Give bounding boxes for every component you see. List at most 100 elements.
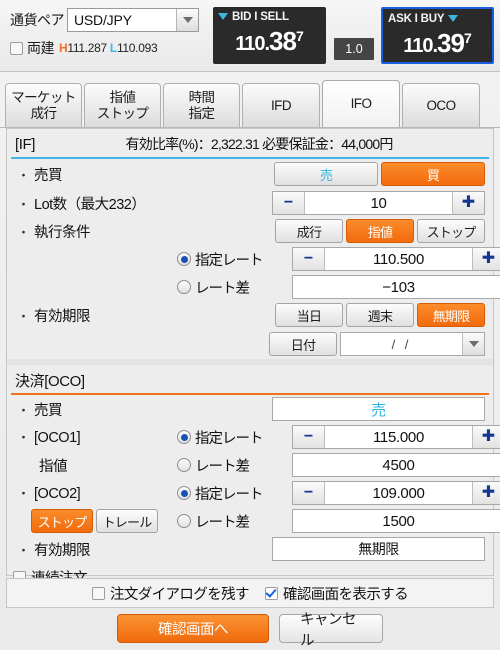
if-exec-stop-button[interactable]: ストップ [417, 219, 485, 243]
oco2-rate-decrement-button[interactable]: − [293, 482, 325, 504]
tab-label-line2: 指定 [188, 105, 215, 121]
oco2-rate-radio-cell[interactable]: 指定レート [177, 483, 292, 504]
if-rate-value[interactable]: 110.500 [325, 248, 472, 270]
oco2-rate-increment-button[interactable]: ✚ [472, 482, 500, 504]
if-lot-field: − 10 ✚ [177, 191, 485, 215]
bid-sell-panel[interactable]: BID I SELL 110. 38 7 [213, 7, 326, 64]
tab-ifd[interactable]: IFD [242, 83, 320, 127]
if-sell-button[interactable]: 売 [274, 162, 378, 186]
oco2-mode-toggle-group: ストップ トレール [31, 509, 177, 533]
tab-ifo[interactable]: IFO [322, 80, 400, 127]
if-rate-radio-label: 指定レート [195, 252, 263, 269]
if-lot-increment-button[interactable]: ✚ [452, 192, 484, 214]
oco2-rate-row: ・ [OCO2] 指定レート − 109.000 ✚ [7, 479, 500, 507]
if-rate-radio-cell[interactable]: 指定レート [177, 249, 292, 270]
if-expiry-weekend-button[interactable]: 週末 [346, 303, 414, 327]
tab-oco[interactable]: OCO [402, 83, 480, 127]
if-lot-value[interactable]: 10 [305, 192, 452, 214]
action-buttons: 確認画面へ キャンセル [0, 612, 500, 649]
oco2-rate-value[interactable]: 109.000 [325, 482, 472, 504]
tab-market-order[interactable]: マーケット 成行 [5, 83, 82, 127]
if-rate-decrement-button[interactable]: − [293, 248, 325, 270]
confirm-screen-option[interactable]: 確認画面を表示する [264, 583, 409, 604]
tab-label-line1: IFD [271, 97, 292, 113]
oco1-sub-label: 指値 [39, 458, 68, 475]
oco1-diff-radio[interactable] [177, 458, 191, 472]
bullet-icon: ・ [17, 167, 31, 183]
keep-dialog-option[interactable]: 注文ダイアログを残す [91, 583, 250, 604]
oco1-rate-value[interactable]: 115.000 [325, 426, 472, 448]
chevron-down-icon[interactable] [176, 9, 198, 31]
ask-title: ASK I BUY [388, 12, 445, 25]
hedge-checkbox[interactable] [10, 41, 23, 55]
if-diff-radio-cell[interactable]: レート差 [177, 277, 292, 298]
tab-label-line1: OCO [426, 97, 457, 113]
if-exec-market-button[interactable]: 成行 [275, 219, 343, 243]
bullet-icon: ・ [17, 542, 31, 558]
low-value: 110.093 [116, 41, 158, 55]
if-expiry-unlimited-button[interactable]: 無期限 [417, 303, 485, 327]
if-side-row: ・売買 売 買 [7, 159, 493, 189]
if-expiry-date-value: / / [391, 336, 412, 352]
if-exec-toggle-group: 成行 指値 ストップ [275, 219, 485, 243]
if-diff-field: −103 [292, 275, 500, 299]
if-rate-field: − 110.500 ✚ [292, 247, 500, 271]
ask-price-decimal: 39 [437, 28, 465, 58]
tab-label-line1: マーケット [11, 90, 76, 106]
if-expiry-date-field[interactable]: / / [340, 332, 485, 356]
if-expiry-date-cell: 日付 / / [177, 332, 485, 356]
oco2-diff-radio[interactable] [177, 514, 191, 528]
if-expiry-today-button[interactable]: 当日 [275, 303, 343, 327]
oco1-rate-radio-label: 指定レート [195, 430, 263, 447]
oco1-rate-increment-button[interactable]: ✚ [472, 426, 500, 448]
oco-side-label: 売買 [34, 402, 63, 419]
if-diff-value[interactable]: −103 [292, 275, 500, 299]
if-diff-radio[interactable] [177, 280, 191, 294]
ask-price: 110. 39 7 [383, 28, 492, 62]
if-lot-stepper: − 10 ✚ [272, 191, 485, 215]
oco1-rate-radio-cell[interactable]: 指定レート [177, 427, 292, 448]
ask-buy-panel[interactable]: ASK I BUY 110. 39 7 [381, 7, 494, 64]
bullet-icon: ・ [17, 196, 31, 212]
oco2-diff-row: ストップ トレール レート差 1500 [7, 507, 500, 535]
if-buy-button[interactable]: 買 [381, 162, 485, 186]
triangle-down-icon [448, 15, 459, 22]
currency-pair-block: 通貨ペア USD/JPY 両建 H111.287 L110.093 [10, 8, 206, 61]
hedge-and-highlow-row: 両建 H111.287 L110.093 [10, 35, 206, 61]
oco2-trail-button[interactable]: トレール [96, 509, 158, 533]
oco-side-label-cell: ・売買 [17, 399, 177, 420]
oco2-rate-radio[interactable] [177, 486, 191, 500]
if-diff-radio-label: レート差 [195, 280, 250, 297]
oco1-diff-value[interactable]: 4500 [292, 453, 500, 477]
oco-section-header: 決済[OCO] [7, 365, 493, 395]
if-expiry-date-button[interactable]: 日付 [269, 332, 337, 356]
tab-time-designation[interactable]: 時間 指定 [163, 83, 240, 127]
currency-pair-row: 通貨ペア USD/JPY [10, 8, 206, 32]
bid-price: 110. 38 7 [213, 26, 326, 62]
oco1-diff-radio-cell[interactable]: レート差 [177, 455, 292, 476]
ask-price-integer: 110. [403, 35, 438, 57]
currency-pair-select[interactable]: USD/JPY [67, 8, 199, 32]
keep-dialog-checkbox[interactable] [91, 586, 105, 600]
if-expiry-label-cell: ・有効期限 [17, 305, 177, 326]
if-exec-limit-button[interactable]: 指値 [346, 219, 414, 243]
bullet-icon: ・ [17, 308, 31, 324]
calendar-chevron-down-icon[interactable] [462, 333, 484, 355]
tab-limit-stop[interactable]: 指値 ストップ [84, 83, 161, 127]
oco2-diff-value[interactable]: 1500 [292, 509, 500, 533]
if-exec-buttons: 成行 指値 ストップ [177, 219, 485, 243]
order-form-panel: [IF] 有効比率(%)：2,322.31 必要保証金：44,000円 ・売買 … [6, 128, 500, 587]
submit-button[interactable]: 確認画面へ [117, 614, 269, 643]
if-lot-row: ・ Lot数（最大232） − 10 ✚ [7, 189, 493, 217]
oco1-rate-radio[interactable] [177, 430, 191, 444]
confirm-screen-checkbox[interactable] [264, 586, 278, 600]
cancel-button[interactable]: キャンセル [279, 612, 383, 649]
oco-section-title: 決済[OCO] [15, 372, 85, 390]
if-lot-decrement-button[interactable]: − [273, 192, 305, 214]
high-value: 111.287 [67, 41, 107, 55]
if-rate-radio[interactable] [177, 252, 191, 266]
oco1-rate-decrement-button[interactable]: − [293, 426, 325, 448]
oco2-stop-button[interactable]: ストップ [31, 509, 93, 533]
oco2-diff-radio-cell[interactable]: レート差 [177, 511, 292, 532]
if-rate-increment-button[interactable]: ✚ [472, 248, 500, 270]
